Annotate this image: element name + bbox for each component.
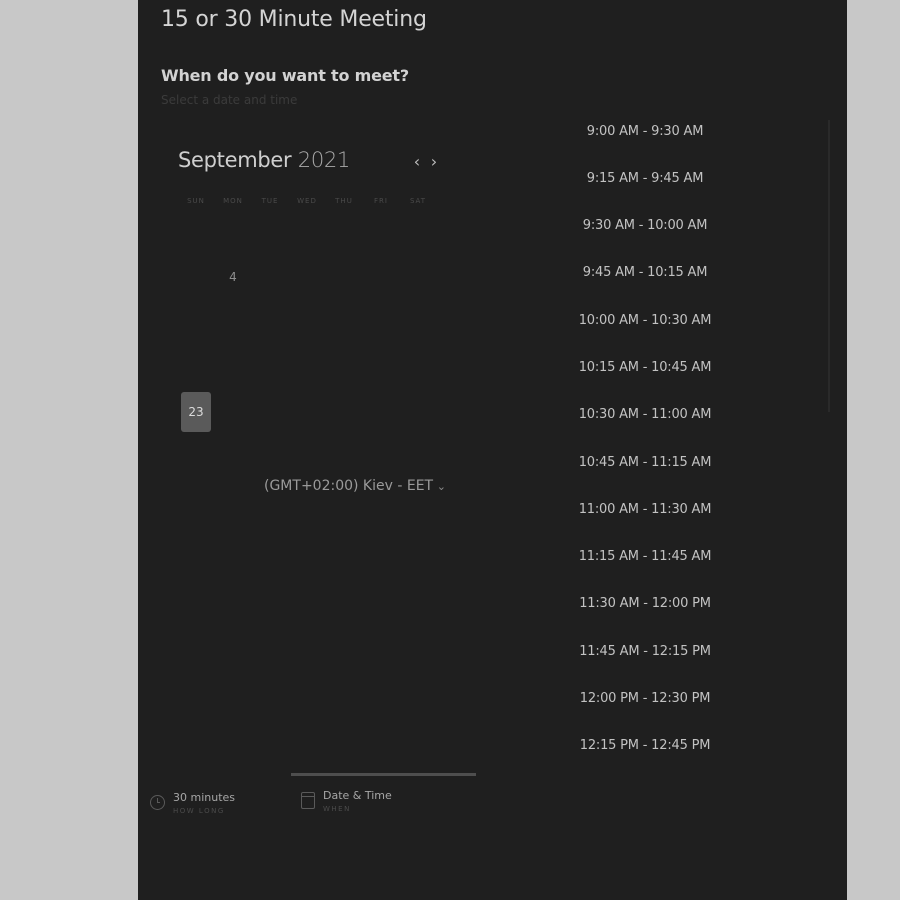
calendar-month: September: [178, 148, 292, 172]
weekday-fri: FRI: [374, 197, 388, 205]
calendar-day: 4: [229, 270, 237, 284]
weekday-thu: THU: [335, 197, 353, 205]
time-slot[interactable]: 9:30 AM - 10:00 AM: [538, 211, 752, 241]
calendar-year: 2021: [297, 148, 351, 172]
time-slot[interactable]: 9:15 AM - 9:45 AM: [538, 163, 752, 193]
step-date-time-caption: WHEN: [323, 805, 351, 813]
time-slot[interactable]: 11:00 AM - 11:30 AM: [538, 494, 752, 524]
step-date-time[interactable]: Date & Time WHEN: [301, 789, 392, 813]
scheduler-panel: 15 or 30 Minute Meeting When do you want…: [138, 0, 847, 900]
clock-icon: [150, 795, 165, 810]
weekday-mon: MON: [223, 197, 243, 205]
step-date-time-value: Date & Time: [323, 789, 392, 802]
time-slot[interactable]: 9:45 AM - 10:15 AM: [538, 258, 752, 288]
weekday-sat: SAT: [409, 197, 427, 205]
weekday-sun: SUN: [187, 197, 205, 205]
weekday-wed: WED: [297, 197, 317, 205]
time-slot-list: 9:00 AM - 9:30 AM 9:15 AM - 9:45 AM 9:30…: [538, 116, 752, 778]
time-slot[interactable]: 11:15 AM - 11:45 AM: [538, 542, 752, 572]
time-slot[interactable]: 12:00 PM - 12:30 PM: [538, 684, 752, 714]
time-slot[interactable]: 10:00 AM - 10:30 AM: [538, 305, 752, 335]
scheduler-question: When do you want to meet?: [161, 66, 409, 85]
step-duration-value: 30 minutes: [173, 791, 236, 804]
chevron-left-icon[interactable]: ‹: [409, 150, 425, 172]
slot-list-scrollbar[interactable]: [828, 120, 830, 412]
timezone-select[interactable]: (GMT+02:00) Kiev - EET ⌄: [264, 476, 448, 496]
step-duration[interactable]: 30 minutes HOW LONG: [150, 791, 235, 815]
calendar-month-title: September 2021: [178, 148, 350, 172]
weekday-header: SUN MON TUE WED THU FRI SAT: [178, 197, 438, 209]
chevron-right-icon[interactable]: ›: [426, 150, 442, 172]
event-title: 15 or 30 Minute Meeting: [161, 7, 427, 32]
time-slot[interactable]: 9:00 AM - 9:30 AM: [538, 116, 752, 146]
weekday-tue: TUE: [261, 197, 279, 205]
time-slot[interactable]: 10:45 AM - 11:15 AM: [538, 447, 752, 477]
timezone-label: (GMT+02:00) Kiev - EET: [264, 478, 434, 494]
time-slot[interactable]: 12:15 PM - 12:45 PM: [538, 731, 752, 761]
scheduler-hint: Select a date and time: [161, 93, 298, 107]
time-slot[interactable]: 11:45 AM - 12:15 PM: [538, 636, 752, 666]
calendar-day-available[interactable]: 23: [181, 392, 211, 432]
step-duration-caption: HOW LONG: [173, 807, 225, 815]
time-slot[interactable]: 10:15 AM - 10:45 AM: [538, 352, 752, 382]
time-slot[interactable]: 11:30 AM - 12:00 PM: [538, 589, 752, 619]
calendar-icon: [301, 792, 315, 809]
chevron-down-icon: ⌄: [436, 479, 446, 493]
time-slot[interactable]: 10:30 AM - 11:00 AM: [538, 400, 752, 430]
active-step-indicator: [291, 773, 476, 776]
